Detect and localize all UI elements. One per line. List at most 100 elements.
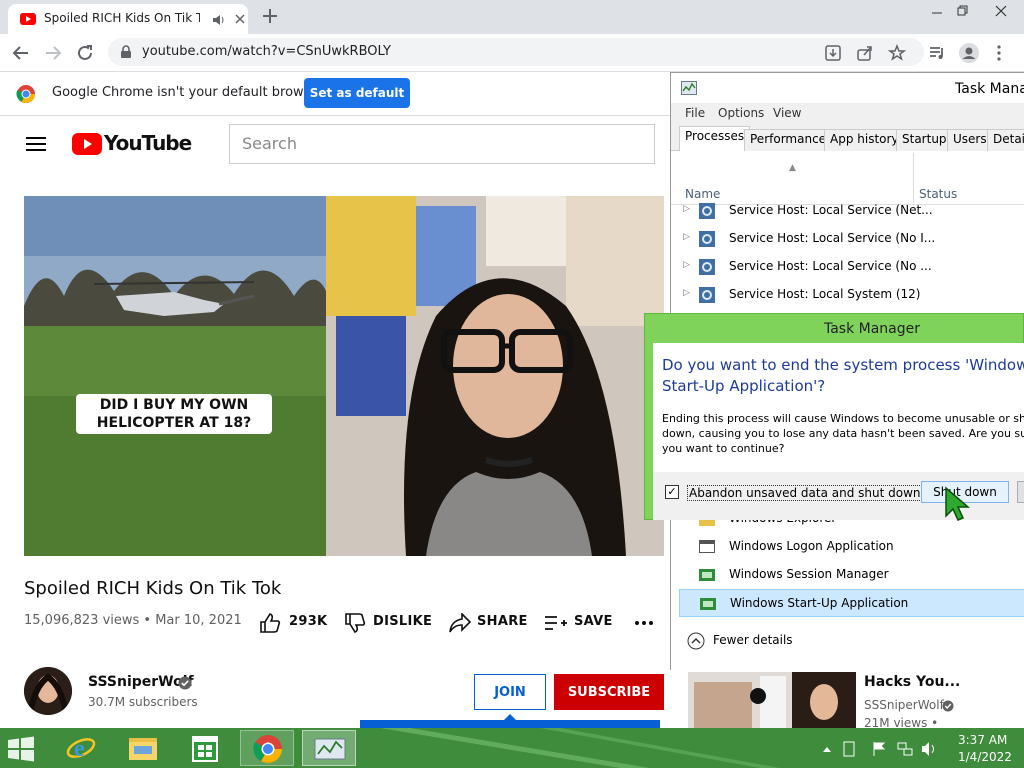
process-row[interactable]: Windows Session Manager (679, 561, 1024, 589)
expand-arrow-icon[interactable]: ▷ (683, 260, 690, 270)
tab-users[interactable]: Users (947, 129, 993, 151)
like-count[interactable]: 293K (289, 614, 327, 629)
chrome-menu-icon[interactable] (996, 44, 1002, 62)
checkbox-label[interactable]: Abandon unsaved data and shut down. (687, 485, 927, 501)
process-row[interactable]: ▷ Service Host: Local Service (No ... (679, 253, 1024, 281)
related-video-title[interactable]: Hacks You... (864, 674, 960, 690)
column-divider[interactable] (913, 153, 914, 203)
set-default-button[interactable]: Set as default (304, 78, 410, 108)
process-row[interactable]: ▷ Service Host: Local Service (No I... (679, 225, 1024, 253)
video-scene-field (24, 196, 326, 556)
speaker-icon[interactable] (212, 14, 226, 26)
process-row-selected[interactable]: Windows Start-Up Application (679, 589, 1024, 617)
dialog-heading: Do you want to end the system process 'W… (662, 356, 1024, 395)
task-manager-icon (681, 81, 697, 95)
back-icon[interactable] (12, 44, 30, 62)
save-button[interactable]: SAVE (574, 614, 613, 629)
hamburger-menu-icon[interactable] (26, 136, 46, 152)
search-input[interactable]: Search (229, 124, 655, 164)
subscribe-button[interactable]: SUBSCRIBE (554, 674, 664, 710)
expand-arrow-icon[interactable]: ▷ (683, 232, 690, 242)
profile-icon[interactable] (958, 42, 980, 64)
process-row[interactable]: Windows Logon Application (679, 533, 1024, 561)
dislike-button[interactable]: DISLIKE (373, 614, 432, 629)
fewer-details-link[interactable]: Fewer details (687, 632, 793, 650)
taskbar-store[interactable] (178, 730, 232, 766)
process-name: Service Host: Local System (12) (729, 287, 921, 301)
share-button[interactable]: SHARE (477, 614, 528, 629)
gear-icon (699, 287, 715, 303)
taskbar-task-manager[interactable] (302, 730, 356, 766)
menu-view[interactable]: View (773, 106, 801, 120)
tab-performance[interactable]: Performance (744, 129, 833, 151)
related-video-channel[interactable]: SSSniperWolf (864, 698, 944, 712)
share-page-icon[interactable] (856, 44, 874, 62)
process-row[interactable]: ▷ Service Host: Local Service (Net... (679, 197, 1024, 225)
tab-startup[interactable]: Startup (896, 129, 953, 151)
video-player[interactable]: DID I BUY MY OWN HELICOPTER AT 18? (24, 196, 664, 556)
process-name: Windows Session Manager (729, 567, 889, 581)
menu-file[interactable]: File (685, 106, 705, 120)
forward-icon[interactable] (44, 44, 62, 62)
process-row[interactable]: ▷ Service Host: Local System (12) (679, 281, 1024, 309)
verified-badge-icon (178, 676, 192, 690)
svg-text:e: e (74, 736, 85, 762)
restore-icon[interactable] (956, 4, 970, 18)
share-arrow-icon[interactable] (449, 613, 471, 633)
windows-start-icon[interactable] (4, 732, 38, 764)
bookmark-star-icon[interactable] (888, 44, 906, 62)
youtube-logo-icon[interactable] (72, 133, 102, 155)
related-video-thumbnail[interactable] (688, 672, 856, 728)
search-placeholder: Search (242, 134, 297, 153)
process-name: Service Host: Local Service (No I... (729, 231, 936, 245)
expand-arrow-icon[interactable]: ▷ (683, 288, 690, 298)
network-icon (897, 742, 913, 756)
process-name: Service Host: Local Service (Net... (729, 203, 933, 217)
menu-options[interactable]: Options (718, 106, 764, 120)
video-title: Spoiled RICH Kids On Tik Tok (24, 578, 282, 599)
clock-date[interactable]: 1/4/2022 (958, 750, 1012, 764)
taskbar-internet-explorer[interactable]: e (54, 730, 108, 766)
taskbar-chrome[interactable] (240, 730, 294, 766)
cancel-button[interactable] (1017, 481, 1024, 503)
reload-icon[interactable] (76, 44, 94, 62)
gear-icon (699, 259, 715, 275)
flag-icon (873, 742, 886, 756)
internet-explorer-icon: e (66, 736, 96, 762)
address-bar[interactable]: youtube.com/watch?v=CSnUwkRBOLY (108, 38, 924, 66)
install-icon[interactable] (824, 44, 842, 62)
video-views-date: 15,096,823 views • Mar 10, 2021 (24, 613, 242, 628)
clock-time[interactable]: 3:37 AM (958, 733, 1007, 747)
close-tab-icon[interactable] (234, 13, 246, 25)
minimize-icon[interactable] (930, 4, 944, 18)
lock-icon[interactable] (120, 45, 132, 59)
expand-arrow-icon[interactable]: ▷ (683, 204, 690, 214)
chrome-logo-icon (16, 85, 35, 104)
dialog-message: Ending this process will cause Windows t… (662, 412, 1024, 455)
task-manager-tabs: Processes Performance App history Startu… (671, 125, 1024, 152)
thumbs-up-icon[interactable] (260, 613, 282, 633)
new-tab-icon[interactable] (262, 8, 278, 24)
youtube-logo-text[interactable]: YouTube (104, 131, 192, 155)
thumbs-down-icon[interactable] (345, 613, 367, 633)
tab-details[interactable]: Details (987, 129, 1024, 151)
taskbar-file-explorer[interactable] (116, 730, 170, 766)
media-control-icon[interactable] (928, 44, 946, 62)
tab-app-history[interactable]: App history (824, 129, 905, 151)
window-close-icon[interactable] (994, 4, 1008, 18)
dialog-body: Do you want to end the system process 'W… (653, 343, 1024, 472)
task-manager-titlebar[interactable]: Task Mana (671, 73, 1024, 103)
tab-processes[interactable]: Processes (679, 126, 751, 152)
video-overlay-caption: DID I BUY MY OWN HELICOPTER AT 18? (76, 394, 272, 434)
more-actions-icon[interactable] (634, 620, 654, 626)
add-to-playlist-icon[interactable] (545, 615, 567, 631)
dialog-title: Task Manager (823, 321, 921, 337)
tab-strip: Spoiled RICH Kids On Tik Tok (0, 0, 1024, 34)
channel-avatar[interactable] (24, 667, 72, 715)
system-tray (823, 741, 934, 757)
task-manager-icon (314, 738, 346, 760)
browser-tab[interactable]: Spoiled RICH Kids On Tik Tok (8, 4, 248, 34)
abandon-data-checkbox[interactable]: ✓ (665, 485, 679, 499)
join-button[interactable]: JOIN (474, 674, 546, 710)
sort-caret-icon: ▲ (789, 163, 796, 173)
